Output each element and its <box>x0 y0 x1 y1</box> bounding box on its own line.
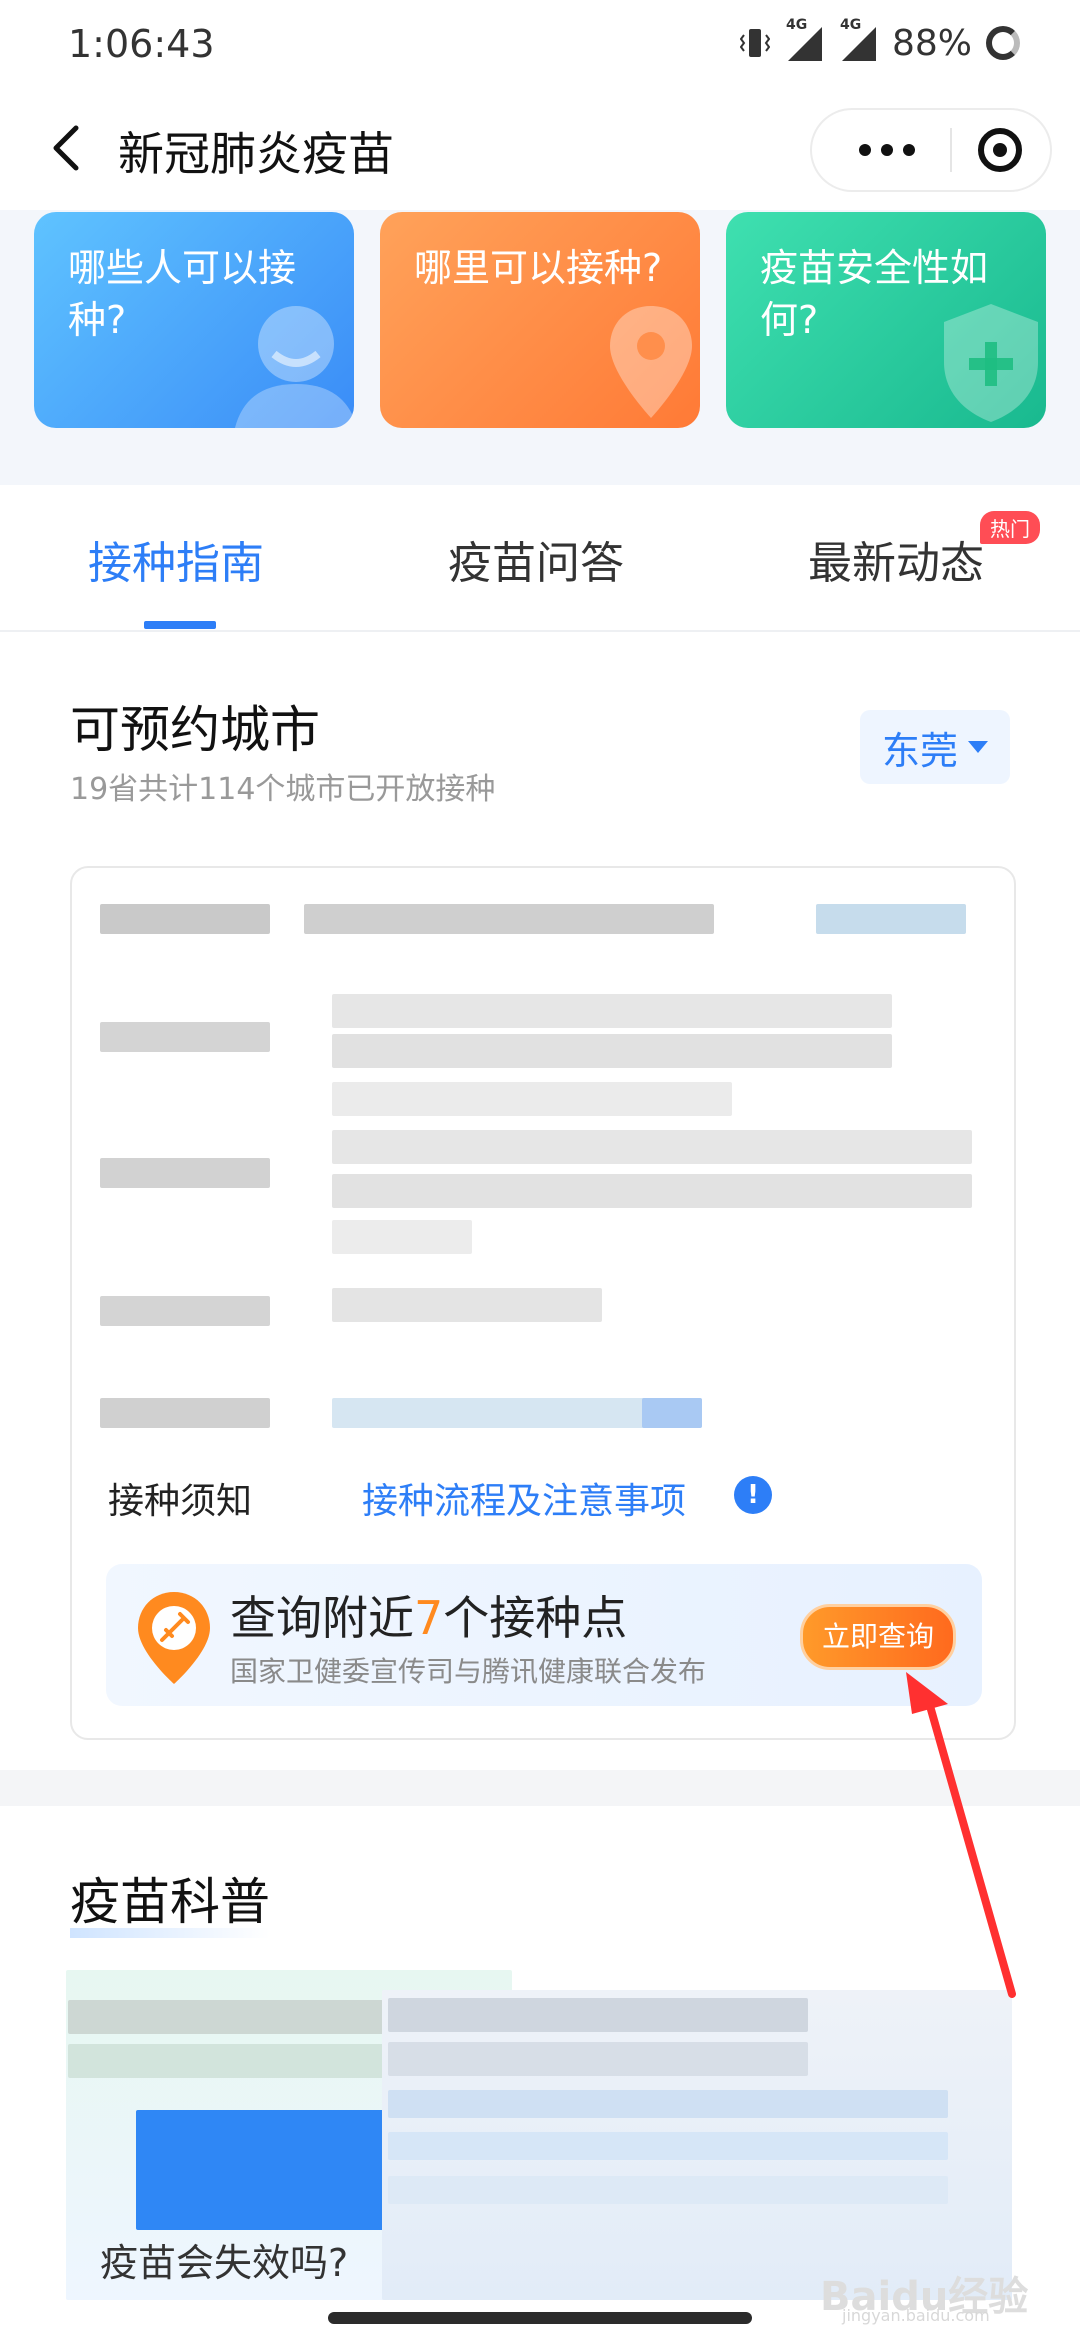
network-type-1: 4G <box>785 17 808 33</box>
city-selector[interactable]: 东莞 <box>860 710 1010 784</box>
nav-bar: 新冠肺炎疫苗 <box>0 90 1080 210</box>
vibrate-icon <box>739 29 770 57</box>
vaccine-location-icon <box>138 1592 210 1684</box>
redacted-link <box>642 1398 702 1428</box>
miniprogram-capsule <box>812 110 1050 190</box>
hot-badge: 热门 <box>980 511 1040 544</box>
watermark-url: jingyan.baidu.com <box>842 2306 990 2325</box>
redacted-label <box>100 1158 270 1188</box>
redacted-text <box>332 1130 972 1164</box>
signal-icon-1: 4G <box>784 17 824 63</box>
card-where-to-vaccinate[interactable]: 哪里可以接种? <box>380 212 700 428</box>
page-title: 新冠肺炎疫苗 <box>118 127 394 181</box>
card-vaccine-safety[interactable]: 疫苗安全性如何? <box>726 212 1046 428</box>
redacted-text <box>332 1034 892 1068</box>
redacted-text <box>100 904 270 934</box>
redacted-text <box>68 2000 388 2034</box>
info-icon[interactable]: ! <box>734 1476 772 1514</box>
nearby-sites-banner[interactable]: 查询附近7个接种点 国家卫健委宣传司与腾讯健康联合发布 立即查询 <box>106 1564 982 1706</box>
quick-cards: 哪些人可以接种? 哪里可以接种? 疫苗安全性如何? <box>0 210 1080 485</box>
notice-label: 接种须知 <box>108 1481 253 1522</box>
redacted-label <box>100 1022 270 1052</box>
status-icons: 4G 4G 88% <box>739 17 1020 68</box>
notice-link[interactable]: 接种流程及注意事项 <box>362 1472 686 1524</box>
query-now-button[interactable]: 立即查询 <box>800 1604 956 1670</box>
nearby-sites-title: 查询附近7个接种点 <box>230 1591 628 1645</box>
signal-icon-2: 4G <box>838 17 878 63</box>
nearby-sites-count: 7 <box>414 1591 444 1645</box>
city-selector-label: 东莞 <box>881 728 958 773</box>
card-who-can-vaccinate[interactable]: 哪些人可以接种? <box>34 212 354 428</box>
redacted-text <box>388 2176 948 2204</box>
status-time: 1:06:43 <box>68 22 215 66</box>
redacted-text <box>388 2042 808 2076</box>
redacted-text <box>388 2090 948 2118</box>
network-type-2: 4G <box>839 17 862 33</box>
home-indicator[interactable] <box>328 2312 752 2324</box>
tab-vaccine-qa[interactable]: 疫苗问答 <box>448 527 624 591</box>
city-info-card: 接种须知 接种流程及注意事项 ! 查询附近7个接种点 国家卫健委宣传司与腾讯健康… <box>70 866 1016 1740</box>
redacted-label <box>100 1296 270 1326</box>
redacted-text <box>388 1998 808 2032</box>
location-pin-icon <box>610 306 692 418</box>
science-article-caption: 疫苗会失效吗? <box>100 2241 349 2285</box>
card-label: 哪里可以接种? <box>414 246 663 290</box>
redacted-link <box>816 904 966 934</box>
redacted-image-block <box>136 2110 406 2230</box>
shield-plus-icon <box>944 304 1038 422</box>
capsule-divider <box>950 128 952 172</box>
redacted-text <box>332 1082 732 1116</box>
person-icon <box>235 306 354 428</box>
section-title-science: 疫苗科普 <box>70 1873 270 1931</box>
redacted-text <box>332 1174 972 1208</box>
section-title-cities: 可预约城市 <box>70 701 320 759</box>
tab-latest-news[interactable]: 最新动态 <box>808 527 984 591</box>
close-miniprogram-icon[interactable] <box>978 128 1022 172</box>
redacted-text <box>332 1288 602 1322</box>
section-divider <box>0 1770 1080 1806</box>
redacted-text <box>304 904 714 934</box>
status-bar: 1:06:43 4G 4G 88% <box>0 0 1080 90</box>
battery-icon <box>986 26 1020 60</box>
redacted-text <box>332 1220 472 1254</box>
redacted-text <box>388 2132 948 2160</box>
battery-percent: 88% <box>891 22 972 64</box>
tab-bar: 接种指南 疫苗问答 最新动态 热门 <box>0 485 1080 632</box>
redacted-label <box>100 1398 270 1428</box>
science-article-card[interactable]: 疫苗会失效吗? <box>66 1970 1012 2300</box>
redacted-text <box>332 994 892 1028</box>
active-tab-indicator <box>144 621 216 629</box>
back-arrow-icon[interactable] <box>38 118 98 178</box>
chevron-down-icon <box>968 741 988 753</box>
tab-vaccination-guide[interactable]: 接种指南 <box>88 527 264 591</box>
section-subtitle-cities: 19省共计114个城市已开放接种 <box>70 772 496 807</box>
nearby-sites-source: 国家卫健委宣传司与腾讯健康联合发布 <box>230 1655 707 1688</box>
more-icon[interactable] <box>842 134 932 166</box>
